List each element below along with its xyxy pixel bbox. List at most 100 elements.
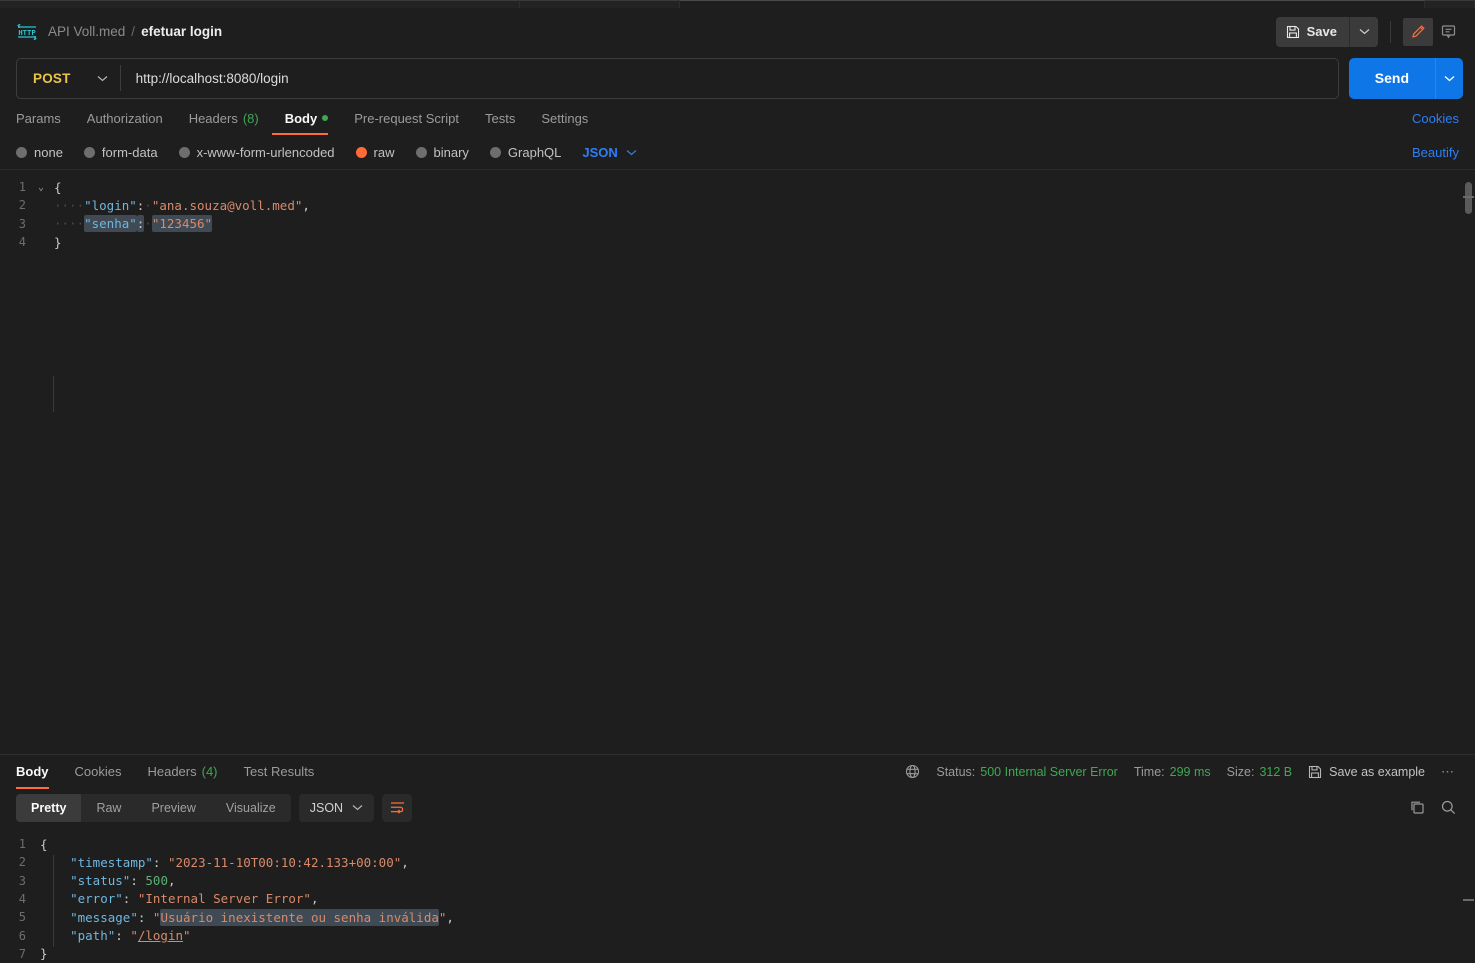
tab-segment[interactable] [520,0,680,8]
code-line[interactable]: 3 "status": 500, [0,872,1475,890]
tab-body[interactable]: Body [271,101,342,135]
code-line[interactable]: 2 ····"login":·"ana.souza@voll.med", [0,196,1475,214]
view-mode-raw[interactable]: Raw [81,794,136,822]
tab-pre-request-script[interactable]: Pre-request Script [341,101,472,135]
status-label: Status: [936,764,976,779]
tab-segment-active[interactable] [680,0,1425,8]
code-token: "login" [84,197,137,213]
code-line[interactable]: 6 "path": "/login" [0,926,1475,944]
body-type-row: none form-data x-www-form-urlencoded raw… [0,135,1475,169]
radio-icon [415,146,427,158]
save-as-example-button[interactable]: Save as example [1308,765,1425,779]
request-body-editor[interactable]: 1 ⌄{2 ····"login":·"ana.souza@voll.med", 3 ·… [0,169,1475,754]
breadcrumb-parent[interactable]: API Voll.med [48,24,125,39]
body-type-form-data[interactable]: form-data [83,145,158,160]
save-as-example-label: Save as example [1329,764,1425,779]
response-tab-headers[interactable]: Headers (4) [134,755,230,789]
line-number: 2 [18,855,26,870]
tab-settings[interactable]: Settings [528,101,601,135]
breadcrumb-separator: / [131,24,136,39]
code-token: : [130,873,146,889]
tab-segment[interactable] [1425,0,1475,8]
tab-params[interactable]: Params [16,101,74,135]
code-token: " [183,928,191,944]
code-token: /login [137,928,184,944]
body-type-urlencoded[interactable]: x-www-form-urlencoded [178,145,335,160]
code-content: "error": "Internal Server Error", [34,891,318,906]
code-line[interactable]: 2 "timestamp": "2023-11-10T00:10:42.133+… [0,853,1475,871]
body-type-label: none [34,144,63,160]
comment-button[interactable] [1433,18,1463,46]
tab-headers[interactable]: Headers (8) [176,101,272,135]
breadcrumb-current[interactable]: efetuar login [141,24,222,39]
tab-count: (4) [201,764,218,780]
url-input[interactable]: http://localhost:8080/login [121,71,289,86]
code-line[interactable]: 4 "error": "Internal Server Error", [0,890,1475,908]
tab-tests[interactable]: Tests [472,101,528,135]
code-line[interactable]: 4} [0,233,1475,251]
radio-icon [16,146,27,158]
tab-authorization[interactable]: Authorization [74,101,176,135]
code-token: · [144,197,152,213]
code-line[interactable]: 7} [0,945,1475,963]
tab-segment[interactable] [0,0,520,8]
send-button[interactable]: Send [1348,57,1435,99]
code-line[interactable]: 1 ⌄ { [0,178,1475,196]
fold-toggle-icon[interactable]: ⌄ [34,182,48,193]
beautify-link[interactable]: Beautify [1412,145,1459,160]
body-type-none[interactable]: none [16,145,63,160]
http-badge-icon: HTTP [16,23,38,41]
status-item: Status: 500 Internal Server Error [936,765,1117,779]
response-format-selector[interactable]: JSON [298,793,375,822]
search-icon[interactable] [1440,799,1457,816]
response-status-bar: Status: 500 Internal Server Error Time: … [905,755,1459,789]
response-body-editor[interactable]: 1{2 "timestamp": "2023-11-10T00:10:42.13… [0,826,1475,963]
view-mode-pretty[interactable]: Pretty [16,793,82,822]
word-wrap-icon [390,802,404,815]
postman-window: HTTP API Voll.med / efetuar login Save P… [0,0,1475,963]
response-panel: Body Cookies Headers (4) Test Results St… [0,753,1475,963]
globe-icon[interactable] [905,764,920,779]
line-number: 2 [18,198,26,213]
tab-label: Tests [484,110,516,126]
tab-label: Headers [147,764,197,780]
edit-button[interactable] [1403,17,1433,46]
request-editor-scrollbar[interactable] [1465,182,1472,214]
code-token: } [54,234,62,250]
view-mode-visualize[interactable]: Visualize [211,794,291,822]
code-line[interactable]: 5 "message": "Usuário inexistente ou sen… [0,908,1475,926]
body-type-label: GraphQL [507,144,562,160]
tab-label: Params [16,110,61,126]
code-content: ····"senha":·"123456" [48,215,213,233]
response-tab-body[interactable]: Body [16,755,62,789]
response-tab-cookies[interactable]: Cookies [62,755,135,789]
line-number: 4 [18,235,26,250]
response-tab-test-results[interactable]: Test Results [231,755,328,789]
pencil-icon [1411,25,1425,38]
code-token: : [115,928,131,944]
word-wrap-button[interactable] [382,793,413,822]
code-line[interactable]: 1{ [0,835,1475,853]
response-more-button[interactable]: ⋯ [1441,764,1455,780]
body-type-raw[interactable]: raw [355,145,395,160]
send-dropdown-button[interactable] [1435,57,1463,99]
code-token: "message" [70,909,138,925]
body-type-graphql[interactable]: GraphQL [489,144,562,160]
body-type-binary[interactable]: binary [415,145,469,160]
save-dropdown-button[interactable] [1350,16,1378,47]
chevron-down-icon [626,149,637,155]
code-token: "ana.souza@voll.med" [151,197,303,213]
method-selector[interactable]: POST [17,71,120,86]
view-mode-preview[interactable]: Preview [136,794,210,822]
code-token: : [122,891,138,907]
raw-format-selector[interactable]: JSON [582,145,637,160]
code-token: ···· [54,216,85,232]
save-button[interactable]: Save [1275,16,1350,47]
code-line[interactable]: 3 ····"senha":·"123456" [0,215,1475,233]
copy-icon[interactable] [1409,799,1426,816]
code-content: "path": "/login" [34,928,191,944]
header-actions: Save [1275,16,1463,47]
line-number: 5 [18,910,26,925]
cookies-link[interactable]: Cookies [1412,101,1459,135]
